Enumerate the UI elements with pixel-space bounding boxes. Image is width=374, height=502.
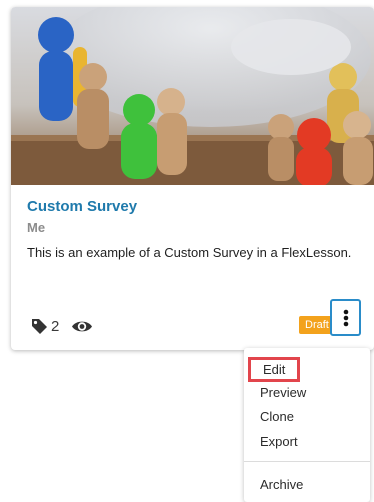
card-title[interactable]: Custom Survey bbox=[27, 198, 137, 215]
menu-item-export[interactable]: Export bbox=[260, 434, 298, 449]
tag-count: 2 bbox=[51, 317, 60, 335]
card-author: Me bbox=[27, 220, 46, 235]
lesson-card[interactable]: Custom Survey Me This is an example of a… bbox=[11, 7, 374, 350]
eye-icon[interactable] bbox=[71, 318, 93, 335]
wooden-figures-photo bbox=[11, 7, 374, 185]
stage: Custom Survey Me This is an example of a… bbox=[0, 0, 374, 502]
vertical-ellipsis-icon bbox=[343, 309, 348, 326]
menu-item-edit[interactable]: Edit bbox=[248, 357, 301, 382]
menu-item-archive[interactable]: Archive bbox=[260, 477, 303, 492]
menu-item-preview[interactable]: Preview bbox=[260, 385, 306, 400]
card-description: This is an example of a Custom Survey in… bbox=[27, 245, 352, 260]
options-menu: Edit Preview Clone Export Archive bbox=[244, 348, 370, 502]
card-footer-stats: 2 bbox=[31, 316, 93, 336]
card-thumbnail[interactable] bbox=[11, 7, 374, 185]
menu-divider bbox=[244, 461, 370, 462]
menu-item-clone[interactable]: Clone bbox=[260, 409, 294, 424]
more-options-button[interactable] bbox=[330, 299, 361, 336]
tag-icon[interactable] bbox=[31, 318, 48, 335]
